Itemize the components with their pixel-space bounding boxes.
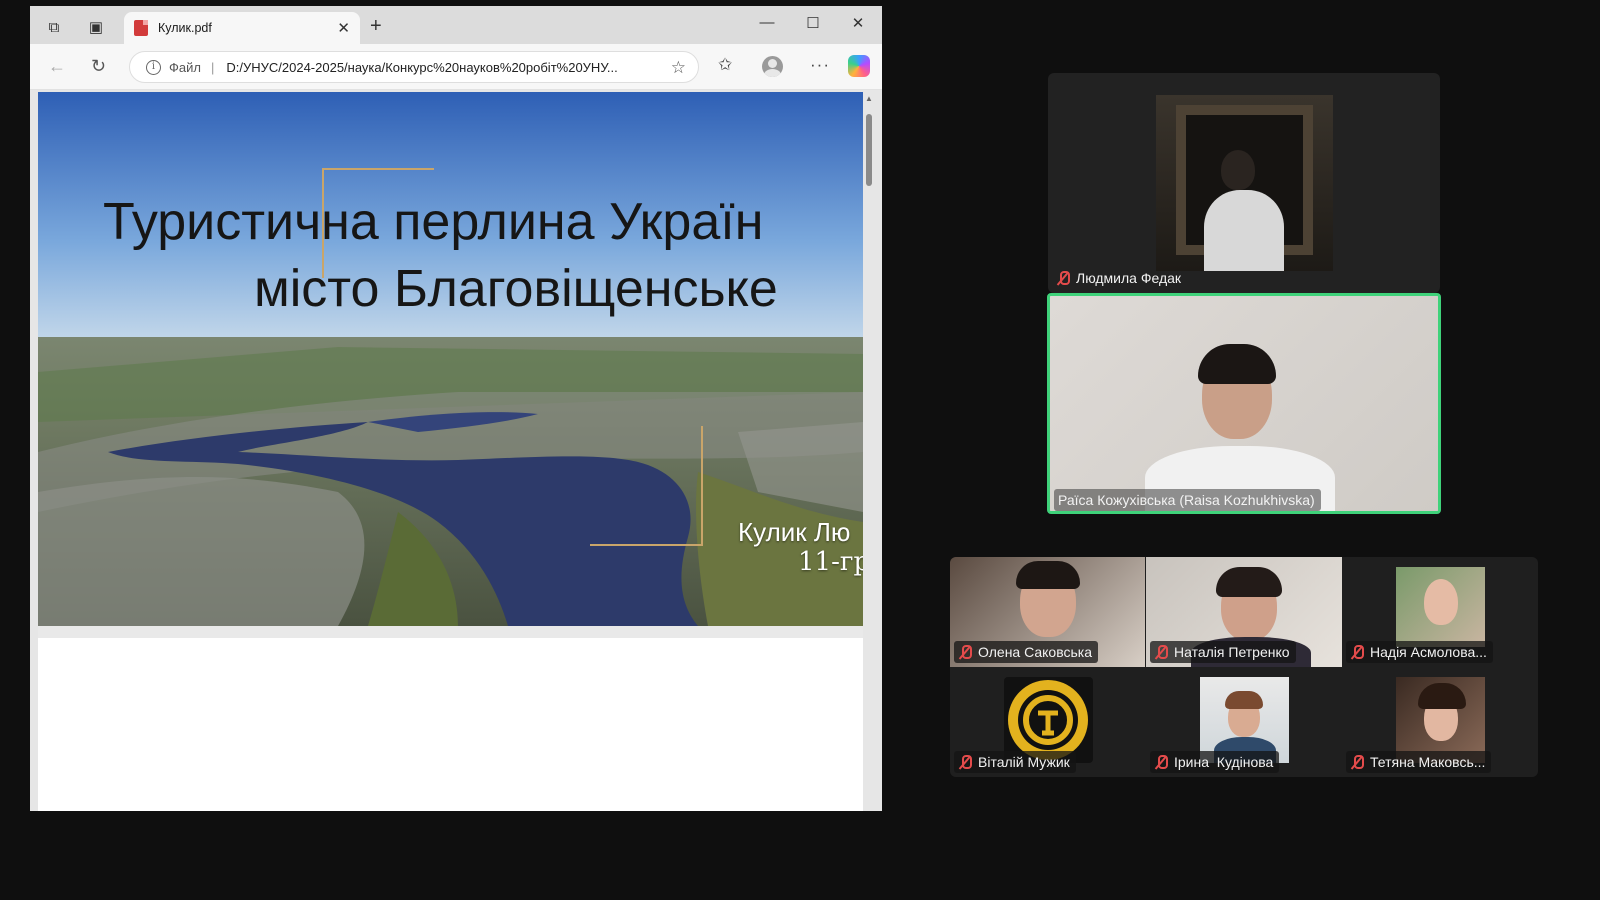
participant-name-chip: Ірина Кудінова	[1150, 751, 1280, 773]
decor-line-bottom	[590, 544, 703, 546]
person-head	[1424, 579, 1458, 625]
profile-avatar[interactable]	[762, 56, 783, 77]
new-tab-icon[interactable]: +	[370, 15, 382, 38]
mic-off-icon	[1350, 755, 1364, 769]
address-bar[interactable]: i Файл | D:/УНУС/2024-2025/наука/Конкурс…	[129, 51, 699, 83]
person-head	[1221, 150, 1255, 190]
scroll-up-icon[interactable]: ▲	[865, 94, 873, 103]
active-speaker-tile[interactable]: Раїса Кожухівська (Raisa Kozhukhivska)	[1047, 293, 1441, 514]
participant-tile-featured[interactable]: Людмила Федак	[1048, 73, 1440, 293]
mic-off-icon	[1154, 755, 1168, 769]
participant-name: Ірина Кудінова	[1174, 754, 1274, 770]
participant-name: Наталія Петренко	[1174, 644, 1290, 660]
participant-name-chip: Людмила Федак	[1052, 267, 1187, 289]
person-hair	[1418, 683, 1466, 709]
mic-off-icon	[1350, 645, 1364, 659]
participant-name: Віталій Мужик	[978, 754, 1070, 770]
participant-name-chip: Олена Саковська	[954, 641, 1099, 663]
info-icon[interactable]: i	[146, 59, 161, 75]
tab-bar: ⧉ ▣ Кулик.pdf ✕ + — ☐ ✕	[30, 6, 882, 44]
participant-name: Надія Асмолова...	[1370, 644, 1487, 660]
participant-tile-3[interactable]	[1396, 567, 1485, 647]
tab-active[interactable]: Кулик.pdf ✕	[124, 12, 360, 44]
refresh-icon[interactable]: ↻	[91, 56, 106, 77]
slide-group: 11-гр	[798, 547, 863, 577]
tab-title: Кулик.pdf	[158, 21, 212, 35]
url-text[interactable]: D:/УНУС/2024-2025/наука/Конкурс%20науков…	[226, 60, 641, 75]
participant-name-chip: Віталій Мужик	[954, 751, 1076, 773]
person-body	[1204, 190, 1284, 271]
participant-name: Тетяна Маковсь...	[1370, 754, 1486, 770]
tab-actions-icon[interactable]: ▣	[82, 14, 110, 40]
participant-name-chip: Раїса Кожухівська (Raisa Kozhukhivska)	[1054, 489, 1321, 511]
person-hair	[1225, 691, 1263, 709]
participant-name-chip: Надія Асмолова...	[1346, 641, 1493, 663]
browser-window: ⧉ ▣ Кулик.pdf ✕ + — ☐ ✕ ← ↻ i Файл | D:/…	[30, 6, 882, 811]
slide-title-line2: місто Благовіщенське	[254, 260, 778, 318]
close-window-icon[interactable]: ✕	[843, 14, 873, 32]
mic-off-icon	[958, 645, 972, 659]
separator: |	[210, 59, 215, 75]
minimize-icon[interactable]: —	[752, 14, 782, 31]
back-icon[interactable]: ←	[48, 56, 66, 77]
file-label: Файл	[169, 59, 201, 75]
tab-close-icon[interactable]: ✕	[337, 19, 350, 37]
decor-line-top	[322, 168, 434, 170]
page-divider	[38, 626, 863, 638]
pdf-icon	[134, 20, 148, 36]
address-bar-row: ← ↻ i Файл | D:/УНУС/2024-2025/наука/Кон…	[30, 44, 882, 90]
person-hair	[1016, 561, 1080, 589]
participant-name: Олена Саковська	[978, 644, 1093, 660]
slide-author: Кулик Лю	[738, 517, 851, 547]
participant-name-chip: Тетяна Маковсь...	[1346, 751, 1492, 773]
workspaces-icon[interactable]: ⧉	[40, 14, 68, 40]
decor-line-right	[701, 426, 703, 546]
favorites-icon[interactable]: ✩	[718, 55, 732, 75]
more-menu-icon[interactable]: ···	[810, 55, 830, 75]
pdf-page: Туристична перлина Україн місто Благовіщ…	[38, 92, 863, 811]
scroll-thumb[interactable]	[866, 114, 872, 186]
scrollbar[interactable]: ▲	[865, 94, 873, 808]
copilot-icon[interactable]	[848, 55, 870, 77]
mic-off-icon	[958, 755, 972, 769]
mic-off-icon	[1154, 645, 1168, 659]
favorite-star-icon[interactable]: ☆	[671, 58, 686, 78]
pdf-viewer[interactable]: Туристична перлина Україн місто Благовіщ…	[30, 90, 882, 811]
participant-name: Раїса Кожухівська (Raisa Kozhukhivska)	[1058, 492, 1315, 508]
participant-name-chip: Наталія Петренко	[1150, 641, 1296, 663]
slide-image: Туристична перлина Україн місто Благовіщ…	[38, 92, 863, 626]
person-hair	[1216, 567, 1282, 597]
maximize-icon[interactable]: ☐	[798, 14, 828, 32]
slide-title-line1: Туристична перлина Україн	[103, 193, 764, 251]
person-hair	[1198, 344, 1276, 384]
participant-video	[1156, 95, 1333, 271]
speaker-video	[1050, 296, 1438, 511]
participant-name: Людмила Федак	[1076, 270, 1182, 286]
mic-off-icon	[1056, 271, 1070, 285]
participants-grid: Олена Саковська Наталія Петренко Надія А…	[950, 557, 1538, 777]
